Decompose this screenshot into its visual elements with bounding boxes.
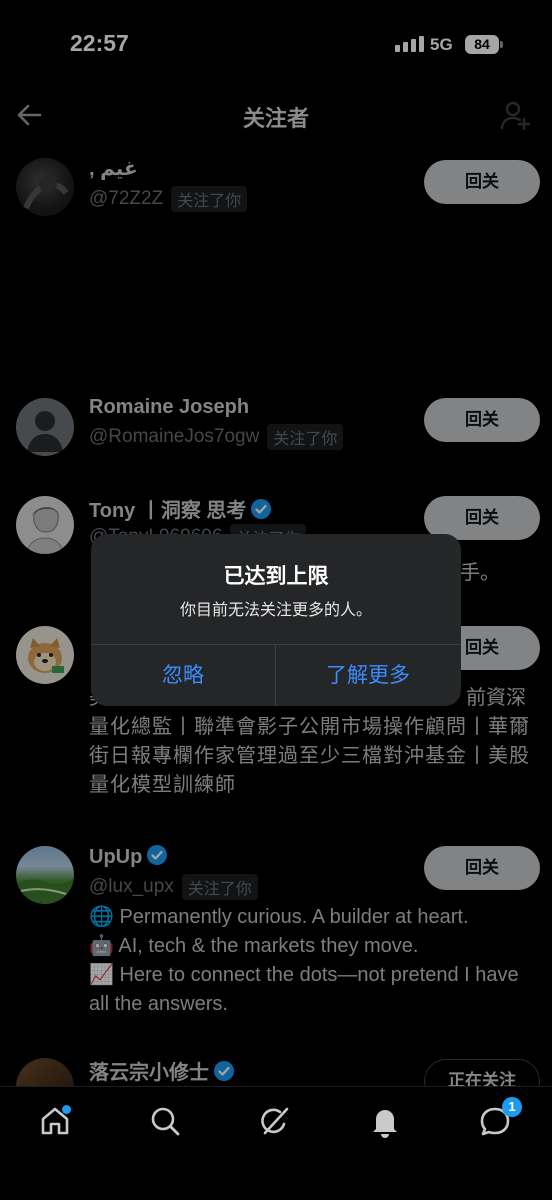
home-icon[interactable] xyxy=(37,1103,73,1139)
messages-icon[interactable]: 1 xyxy=(477,1097,522,1139)
bell-icon[interactable] xyxy=(367,1103,403,1139)
limit-reached-dialog: 已达到上限 你目前无法关注更多的人。 忽略 了解更多 xyxy=(91,534,461,706)
notification-dot xyxy=(62,1105,71,1114)
ignore-button[interactable]: 忽略 xyxy=(91,645,275,706)
dialog-message: 你目前无法关注更多的人。 xyxy=(179,602,372,619)
learn-more-button[interactable]: 了解更多 xyxy=(276,645,460,706)
grok-icon[interactable] xyxy=(257,1103,293,1139)
messages-count-badge: 1 xyxy=(502,1097,522,1117)
dialog-title: 已达到上限 xyxy=(223,565,329,588)
tab-bar: 1 xyxy=(0,1086,552,1200)
search-icon[interactable] xyxy=(147,1103,183,1139)
